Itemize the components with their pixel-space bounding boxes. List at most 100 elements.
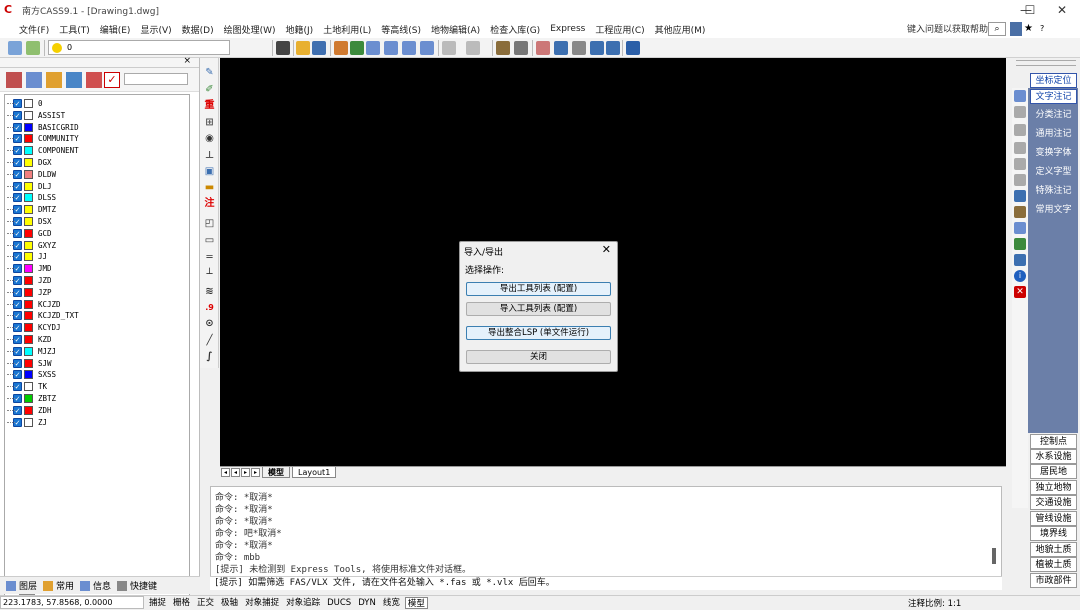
tab-shortcuts[interactable]: 快捷键 <box>117 579 157 592</box>
layer-row[interactable]: ✓ BASICGRID <box>7 122 79 133</box>
tab-first-icon[interactable]: ◂ <box>221 468 230 477</box>
layer-color-swatch[interactable] <box>24 299 33 309</box>
layer-row[interactable]: ✓ ZJ <box>7 417 47 428</box>
layer-row[interactable]: ✓ JMD <box>7 263 52 274</box>
layer-color-swatch[interactable] <box>24 122 33 132</box>
toggle-polar[interactable]: 极轴 <box>219 597 240 609</box>
btn-vegetation-soil[interactable]: 植被土质 <box>1030 557 1077 572</box>
menu-express[interactable]: Express <box>545 24 590 34</box>
layer-row[interactable]: ✓ COMMUNITY <box>7 133 79 144</box>
menu-edit[interactable]: 编辑(E) <box>95 23 136 36</box>
layer-row[interactable]: ✓ JZD <box>7 275 52 286</box>
toggle-model[interactable]: 模型 <box>404 596 428 609</box>
layer-color-swatch[interactable] <box>24 205 33 215</box>
tool-redraw-icon[interactable]: 重 <box>203 99 216 112</box>
move-icon[interactable] <box>554 41 568 55</box>
layer-row[interactable]: ✓ DLJ <box>7 181 52 192</box>
tab-prev-icon[interactable]: ◂ <box>231 468 240 477</box>
btn-independent-feature[interactable]: 独立地物 <box>1030 480 1077 495</box>
btn-boundary-line[interactable]: 境界线 <box>1030 526 1077 541</box>
item-common-text[interactable]: 常用文字 <box>1030 203 1077 218</box>
layer-row[interactable]: ✓ DSX <box>7 216 52 227</box>
open-icon[interactable] <box>296 41 310 55</box>
layer-color-swatch[interactable] <box>24 252 33 262</box>
tool-11-icon[interactable]: ▭ <box>203 234 216 247</box>
layer-row[interactable]: ✓ SJW <box>7 358 52 369</box>
layer-color-swatch[interactable] <box>24 240 33 250</box>
btn-municipal-component[interactable]: 市政部件 <box>1030 573 1077 588</box>
strip-8-icon[interactable] <box>1014 206 1026 218</box>
layer-color-swatch[interactable] <box>24 358 33 368</box>
tool-5-icon[interactable]: ◉ <box>203 132 216 145</box>
layer-color-swatch[interactable] <box>24 382 33 392</box>
btn-control-point[interactable]: 控制点 <box>1030 434 1077 449</box>
strip-5-icon[interactable] <box>1014 158 1026 170</box>
btn-traffic-facility[interactable]: 交通设施 <box>1030 495 1077 510</box>
layer-row[interactable]: ✓ JJ <box>7 251 47 262</box>
tool-6-icon[interactable]: ⊥ <box>203 149 216 162</box>
tab-layout1[interactable]: Layout1 <box>292 467 337 478</box>
menu-engineering[interactable]: 工程应用(C) <box>590 23 649 36</box>
tab-model[interactable]: 模型 <box>262 467 290 478</box>
toggle-grid[interactable]: 栅格 <box>171 597 192 609</box>
annotation-scale[interactable]: 注释比例: 1:1 <box>908 597 961 609</box>
layer-row[interactable]: ✓ COMPONENT <box>7 145 79 156</box>
layer-color-swatch[interactable] <box>24 217 33 226</box>
draw-icon[interactable] <box>536 41 550 55</box>
menu-cadastre[interactable]: 地籍(J) <box>281 23 319 36</box>
layer-filter-icon[interactable] <box>46 72 62 88</box>
menu-view[interactable]: 显示(V) <box>135 23 176 36</box>
menu-feature-edit[interactable]: 地物编辑(A) <box>426 23 485 36</box>
btn-residential[interactable]: 居民地 <box>1030 464 1077 479</box>
menu-data[interactable]: 数据(D) <box>177 23 219 36</box>
redo-icon[interactable] <box>466 41 480 55</box>
info-circle-icon[interactable]: i <box>1014 270 1026 282</box>
calculator-icon[interactable] <box>514 41 528 55</box>
tool-2-icon[interactable]: ✐ <box>203 83 216 96</box>
strip-9-icon[interactable] <box>1014 222 1026 234</box>
layer-row[interactable]: ✓ DGX <box>7 157 52 168</box>
layer-color-swatch[interactable] <box>24 228 33 238</box>
close-icon[interactable]: × <box>183 56 191 66</box>
tool-15-icon[interactable]: .9 <box>203 301 216 314</box>
measure-icon[interactable] <box>590 41 604 55</box>
strip-11-icon[interactable] <box>1014 254 1026 266</box>
layer-color-swatch[interactable] <box>24 134 33 144</box>
save-icon[interactable] <box>312 41 326 55</box>
toggle-lineweight[interactable]: 线宽 <box>381 597 402 609</box>
tool-16-icon[interactable]: ⊙ <box>203 317 216 330</box>
toggle-osnap[interactable]: 对象捕捉 <box>243 597 281 609</box>
btn-text-annotation[interactable]: 文字注记 <box>1030 89 1077 104</box>
btn-landform-soil[interactable]: 地貌土质 <box>1030 542 1077 557</box>
strip-3-icon[interactable] <box>1014 124 1026 136</box>
btn-pipeline-facility[interactable]: 管线设施 <box>1030 511 1077 526</box>
toggle-otrack[interactable]: 对象追踪 <box>284 597 322 609</box>
zoom-out-icon[interactable] <box>420 41 434 55</box>
layer-delete-icon[interactable] <box>86 72 102 88</box>
layer-row[interactable]: ✓ 0 <box>7 98 43 109</box>
layer-row[interactable]: ✓ ZDH <box>7 405 52 416</box>
layer-copy-icon[interactable] <box>66 72 82 88</box>
star-icon[interactable]: ★ <box>1024 22 1036 36</box>
layer-color-swatch[interactable] <box>24 99 33 108</box>
layer-props-icon[interactable] <box>26 72 42 88</box>
layer-row[interactable]: ✓ KCJZD <box>7 299 61 310</box>
tool-10-icon[interactable]: ◰ <box>203 217 216 230</box>
layer-state-icon[interactable] <box>26 41 40 55</box>
layer-filter-input[interactable] <box>124 73 188 85</box>
layer-color-swatch[interactable] <box>24 405 33 415</box>
layer-color-swatch[interactable] <box>24 264 33 274</box>
layer-color-swatch[interactable] <box>24 370 33 380</box>
export-lsp-button[interactable]: 导出整合LSP (单文件运行) <box>466 326 611 340</box>
help-toolbar-icon[interactable] <box>626 41 640 55</box>
help-icon[interactable]: ? <box>1040 22 1052 36</box>
tool-1-icon[interactable]: ✎ <box>203 66 216 79</box>
layer-color-swatch[interactable] <box>24 181 33 191</box>
layer-row[interactable]: ✓ DLDW <box>7 169 56 180</box>
layer-color-swatch[interactable] <box>24 169 33 179</box>
menu-landuse[interactable]: 土地利用(L) <box>318 23 376 36</box>
strip-4-icon[interactable] <box>1014 142 1026 154</box>
pencil-icon[interactable] <box>334 41 348 55</box>
menu-contour[interactable]: 等高线(S) <box>376 23 426 36</box>
layer-row[interactable]: ✓ GCD <box>7 228 52 239</box>
